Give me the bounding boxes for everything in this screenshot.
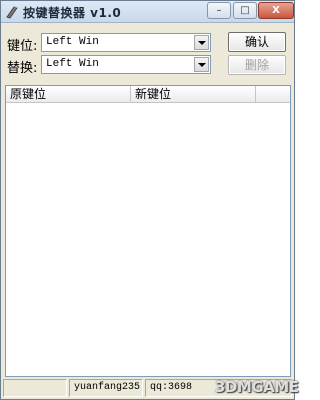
chevron-down-icon[interactable]	[194, 57, 209, 72]
column-new-key[interactable]: 新键位	[131, 86, 256, 102]
replace-select[interactable]: Left Win	[41, 55, 211, 74]
window-title: 按键替换器 v1.0	[23, 6, 122, 20]
key-select-value: Left Win	[46, 36, 99, 48]
app-window: 按键替换器 v1.0 – □ X 键位: Left Win 替换: Left W…	[0, 0, 299, 400]
column-original-key[interactable]: 原键位	[6, 86, 131, 102]
status-author: yuanfang235	[69, 379, 143, 397]
delete-button[interactable]: 删除	[228, 55, 286, 75]
minimize-button[interactable]: –	[207, 2, 231, 19]
confirm-button[interactable]: 确认	[228, 32, 286, 52]
replace-select-value: Left Win	[46, 58, 99, 70]
key-label: 键位:	[7, 39, 38, 54]
site-watermark: 3DMGAME	[215, 378, 299, 396]
chevron-down-icon[interactable]	[194, 35, 209, 50]
maximize-button[interactable]: □	[233, 2, 257, 19]
status-cell-empty	[3, 379, 67, 397]
list-header: 原键位 新键位	[6, 86, 290, 103]
app-icon	[6, 6, 18, 19]
replace-label: 替换:	[7, 61, 38, 76]
close-button[interactable]: X	[258, 2, 294, 19]
key-mapping-list[interactable]: 原键位 新键位	[5, 85, 291, 377]
title-bar[interactable]: 按键替换器 v1.0 – □ X	[1, 1, 294, 23]
key-select[interactable]: Left Win	[41, 33, 211, 52]
